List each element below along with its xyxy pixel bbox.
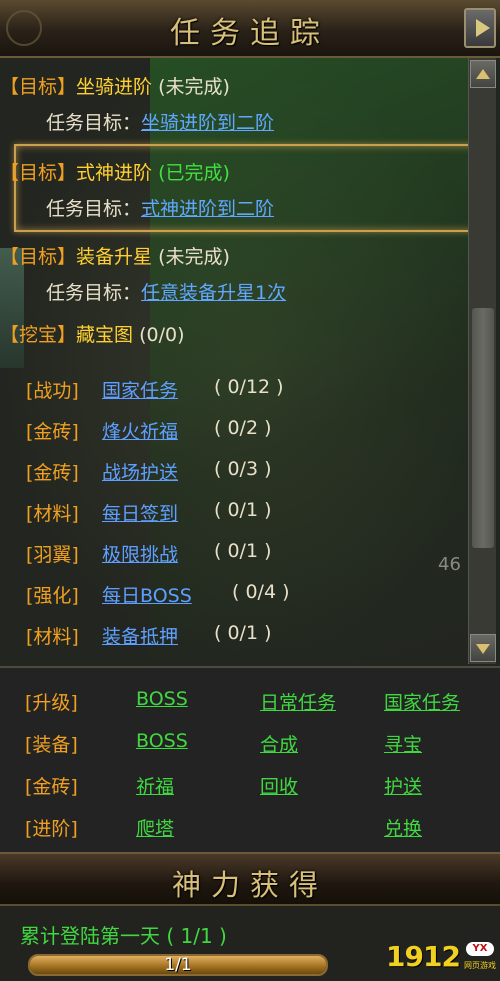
logo-number: 1912 [386, 940, 461, 973]
daily-task-link[interactable]: 极限挑战 [102, 540, 178, 567]
shortcut-link[interactable]: 护送 [384, 772, 422, 799]
daily-count: ( 0/1 ) [214, 622, 272, 644]
daily-task-link[interactable]: 装备抵押 [102, 622, 178, 649]
quest-goal-label: 任务目标： [46, 282, 142, 304]
faded-number: 46 [438, 554, 461, 575]
quest-name: 装备升星 [76, 246, 153, 268]
daily-task-row: [材料] 每日签到 ( 0/1 ) [26, 499, 271, 526]
quest-name: 式神进阶 [76, 162, 153, 184]
daily-category: [羽翼] [26, 544, 79, 566]
shortcut-row: [升级] BOSS 日常任务 国家任务 [0, 688, 500, 720]
shortcut-row: [金砖] 祈福 回收 护送 [0, 772, 500, 804]
shortcut-category: [装备] [25, 734, 78, 756]
quest-status: (0/0) [139, 324, 185, 346]
quest-name: 坐骑进阶 [76, 76, 153, 98]
daily-task-row: [金砖] 烽火祈福 ( 0/2 ) [26, 417, 271, 444]
quest-status: (已完成) [158, 162, 230, 184]
quest-goal: 任务目标：坐骑进阶到二阶 [46, 108, 274, 135]
quest-goal-link[interactable]: 任意装备升星1次 [141, 282, 286, 304]
daily-task-link[interactable]: 每日BOSS [102, 581, 192, 608]
quest-goal: 任务目标：式神进阶到二阶 [46, 194, 274, 221]
shortcut-category: [进阶] [25, 818, 78, 840]
collapse-arrow-icon[interactable] [464, 8, 496, 48]
scroll-thumb[interactable] [472, 308, 494, 548]
shortcut-link[interactable]: 回收 [260, 772, 298, 799]
quest-tracker-header: 任务追踪 [0, 0, 500, 58]
shortcut-link[interactable]: BOSS [136, 730, 188, 752]
daily-count: ( 0/4 ) [232, 581, 290, 603]
shortcut-link[interactable]: 爬塔 [136, 814, 174, 841]
quest-tag: 【挖宝】 [0, 324, 77, 346]
daily-category: [金砖] [26, 421, 79, 443]
shortcut-panel: [升级] BOSS 日常任务 国家任务 [装备] BOSS 合成 寻宝 [金砖]… [0, 666, 500, 852]
quest-name: 藏宝图 [76, 324, 134, 346]
daily-count: ( 0/12 ) [214, 376, 284, 398]
divine-power-header: 神力获得 [0, 852, 500, 906]
divine-power-title: 神力获得 [171, 868, 328, 902]
quest-status: (未完成) [158, 76, 230, 98]
daily-task-row: [羽翼] 极限挑战 ( 0/1 ) [26, 540, 271, 567]
shortcut-link[interactable]: 合成 [260, 730, 298, 757]
quest-list-panel: 【目标】坐骑进阶 (未完成) 任务目标：坐骑进阶到二阶 【目标】式神进阶 (已完… [0, 58, 500, 666]
shortcut-link[interactable]: BOSS [136, 688, 188, 710]
quest-item[interactable]: 【目标】装备升星 (未完成) [0, 242, 460, 269]
daily-category: [材料] [26, 626, 79, 648]
daily-category: [材料] [26, 503, 79, 525]
daily-count: ( 0/3 ) [214, 458, 272, 480]
quest-status: (未完成) [158, 246, 230, 268]
quest-goal-label: 任务目标： [46, 198, 142, 220]
quest-tag: 【目标】 [0, 246, 77, 268]
quest-item[interactable]: 【目标】坐骑进阶 (未完成) [0, 72, 460, 99]
daily-task-row: [战功] 国家任务 ( 0/12 ) [26, 376, 284, 403]
shortcut-row: [进阶] 爬塔 兑换 [0, 814, 500, 846]
scroll-down-arrow-icon[interactable] [470, 634, 496, 662]
shortcut-link[interactable]: 兑换 [384, 814, 422, 841]
quest-tag: 【目标】 [0, 162, 77, 184]
shortcut-category: [升级] [25, 692, 78, 714]
daily-task-link[interactable]: 烽火祈福 [102, 417, 178, 444]
daily-task-row: [金砖] 战场护送 ( 0/3 ) [26, 458, 271, 485]
quest-tracker-title: 任务追踪 [170, 16, 330, 51]
quest-item[interactable]: 【目标】式神进阶 (已完成) [0, 158, 460, 185]
daily-category: [强化] [26, 585, 79, 607]
quest-item[interactable]: 【挖宝】藏宝图 (0/0) [0, 320, 460, 347]
daily-count: ( 0/1 ) [214, 540, 272, 562]
quest-scrollbar[interactable] [468, 58, 496, 664]
quest-tag: 【目标】 [0, 76, 77, 98]
shortcut-link[interactable]: 祈福 [136, 772, 174, 799]
daily-count: ( 0/1 ) [214, 499, 272, 521]
login-progress-text: 1/1 [164, 955, 192, 975]
shortcut-link[interactable]: 寻宝 [384, 730, 422, 757]
quest-goal-label: 任务目标： [46, 112, 142, 134]
daily-task-row: [强化] 每日BOSS ( 0/4 ) [26, 581, 289, 608]
daily-task-link[interactable]: 国家任务 [102, 376, 178, 403]
shortcut-category: [金砖] [25, 776, 78, 798]
daily-task-link[interactable]: 每日签到 [102, 499, 178, 526]
logo-badge: YX [466, 942, 494, 956]
shortcut-row: [装备] BOSS 合成 寻宝 [0, 730, 500, 762]
quest-goal-link[interactable]: 式神进阶到二阶 [141, 198, 274, 220]
daily-task-row: [材料] 装备抵押 ( 0/1 ) [26, 622, 271, 649]
daily-category: [金砖] [26, 462, 79, 484]
daily-category: [战功] [26, 380, 79, 402]
quest-goal: 任务目标：任意装备升星1次 [46, 278, 286, 305]
quest-goal-link[interactable]: 坐骑进阶到二阶 [141, 112, 274, 134]
login-task-text: 累计登陆第一天 ( 1/1 ) [20, 924, 227, 948]
daily-count: ( 0/2 ) [214, 417, 272, 439]
shortcut-link[interactable]: 国家任务 [384, 688, 460, 715]
site-logo: 1912 YX 网页游戏 [378, 940, 496, 978]
daily-task-link[interactable]: 战场护送 [102, 458, 178, 485]
shortcut-link[interactable]: 日常任务 [260, 688, 336, 715]
scroll-up-arrow-icon[interactable] [470, 60, 496, 88]
logo-subtitle: 网页游戏 [464, 961, 496, 970]
